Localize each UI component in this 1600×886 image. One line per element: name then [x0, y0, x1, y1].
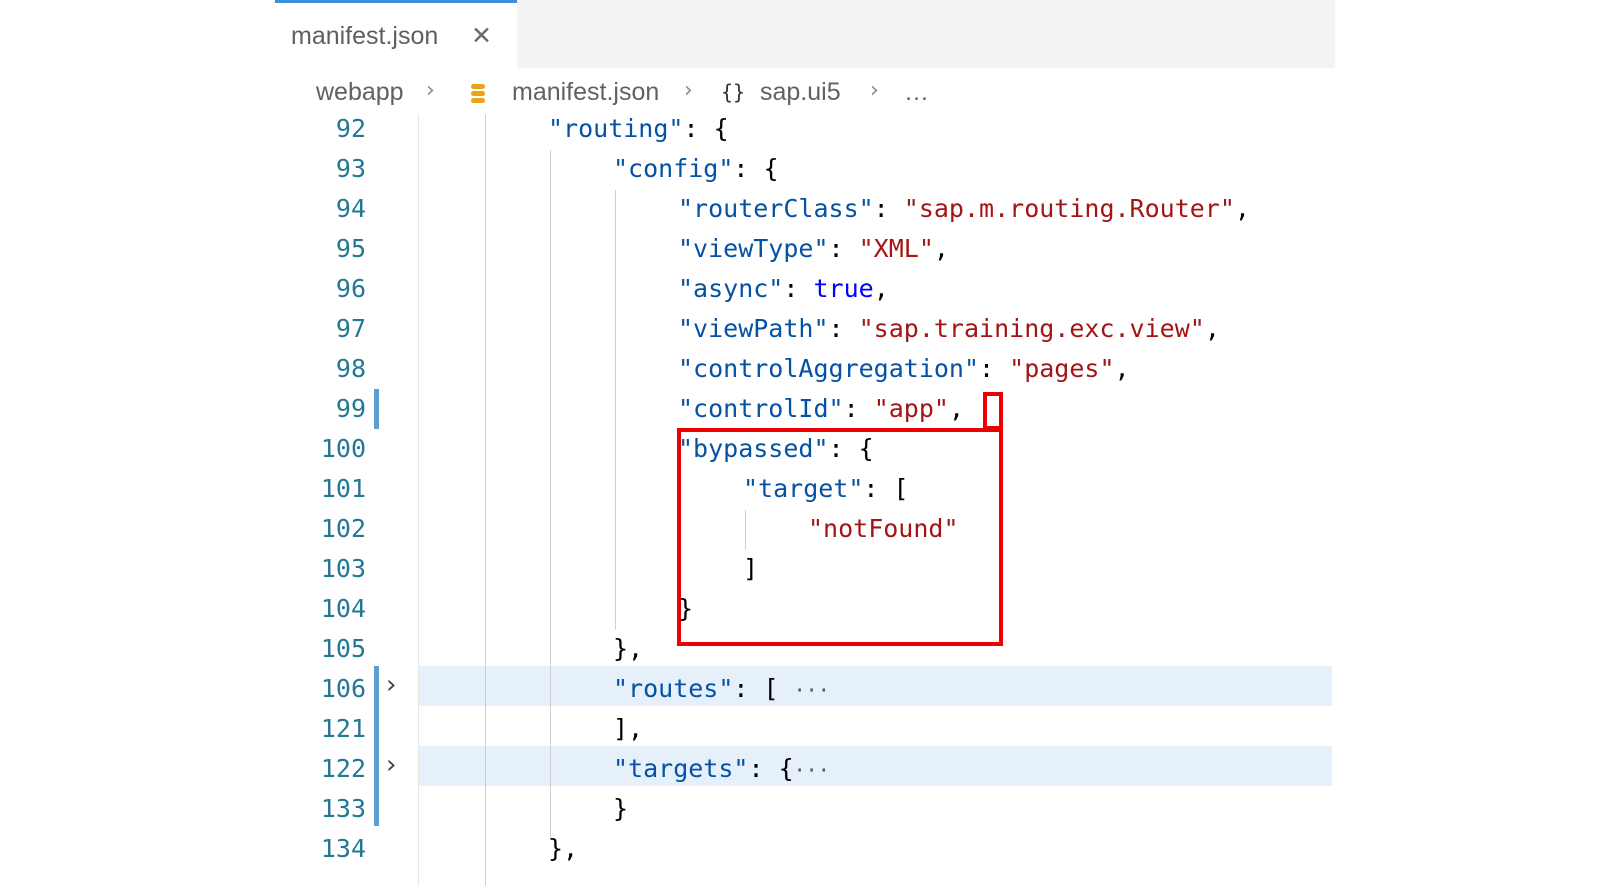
- line-number: 104: [320, 594, 366, 623]
- code-line: "routing": {: [548, 114, 729, 143]
- breadcrumb-item-sap-ui5[interactable]: sap.ui5: [760, 78, 841, 107]
- code-line: "async": true,: [678, 274, 889, 303]
- modified-line-indicator: [374, 389, 379, 429]
- tab-title: manifest.json: [291, 22, 439, 50]
- line-number: 133: [320, 794, 366, 823]
- line-number: 97: [335, 314, 366, 343]
- indent-guide: [615, 190, 616, 630]
- close-icon[interactable]: ✕: [471, 21, 492, 50]
- code-line: },: [613, 634, 644, 663]
- braces-icon: {}: [721, 80, 746, 104]
- folded-ellipsis[interactable]: ···: [794, 758, 830, 782]
- chevron-right-icon[interactable]: ›: [386, 670, 396, 700]
- line-number: 102: [320, 514, 366, 543]
- folded-ellipsis[interactable]: ···: [794, 678, 830, 702]
- code-line: "viewPath": "sap.training.exc.view",: [678, 314, 1220, 343]
- line-number: 121: [320, 714, 366, 743]
- line-number: 99: [335, 394, 366, 423]
- chevron-right-icon[interactable]: ›: [386, 750, 396, 780]
- line-number: 100: [320, 434, 366, 463]
- folded-row-highlight: [419, 666, 1332, 706]
- indent-guide: [485, 114, 486, 886]
- code-line: }: [613, 794, 629, 823]
- line-number: 101: [320, 474, 366, 503]
- chevron-right-icon: ›: [426, 78, 435, 103]
- code-line: "viewType": "XML",: [678, 234, 949, 263]
- line-number: 122: [320, 754, 366, 783]
- line-number: 134: [320, 834, 366, 863]
- code-line: "routerClass": "sap.m.routing.Router",: [678, 194, 1250, 223]
- code-line: },: [548, 834, 579, 863]
- breadcrumb-item-manifest[interactable]: manifest.json: [512, 78, 659, 107]
- line-number: 92: [335, 114, 366, 143]
- breadcrumb-item-more[interactable]: …: [904, 78, 929, 107]
- line-number: 106: [320, 674, 366, 703]
- line-number: 94: [335, 194, 366, 223]
- highlight-box-bypassed: [677, 428, 1003, 646]
- line-number: 93: [335, 154, 366, 183]
- code-editor: manifest.json ✕ webapp › manifest.json ›…: [0, 0, 1600, 886]
- line-number: 98: [335, 354, 366, 383]
- indent-guide: [550, 150, 551, 840]
- code-line: "config": {: [613, 154, 779, 183]
- code-line: "controlAggregation": "pages",: [678, 354, 1130, 383]
- line-number: 105: [320, 634, 366, 663]
- tab-manifest-json[interactable]: manifest.json ✕: [275, 0, 517, 68]
- line-number: 103: [320, 554, 366, 583]
- chevron-right-icon: ›: [870, 78, 879, 103]
- line-number: 96: [335, 274, 366, 303]
- line-number: 95: [335, 234, 366, 263]
- code-line-folded[interactable]: "routes": [ ···: [613, 674, 830, 703]
- code-line: ],: [613, 714, 644, 743]
- json-database-icon: [471, 84, 485, 106]
- modified-line-indicator: [374, 666, 379, 826]
- gutter-divider: [418, 114, 419, 886]
- folded-row-highlight: [419, 746, 1332, 786]
- breadcrumb-item-webapp[interactable]: webapp: [316, 78, 404, 107]
- highlight-box-comma: [983, 392, 1003, 430]
- code-line: "controlId": "app",: [678, 394, 965, 423]
- code-line-folded[interactable]: "targets": {···: [613, 754, 830, 783]
- chevron-right-icon: ›: [684, 78, 693, 103]
